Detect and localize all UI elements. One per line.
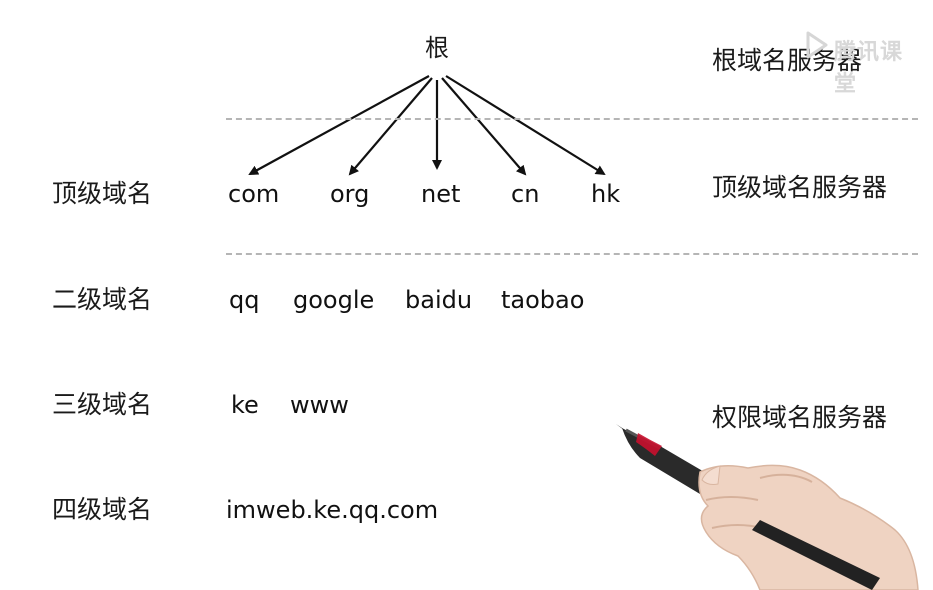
hand-holding-pen-icon <box>616 424 919 590</box>
